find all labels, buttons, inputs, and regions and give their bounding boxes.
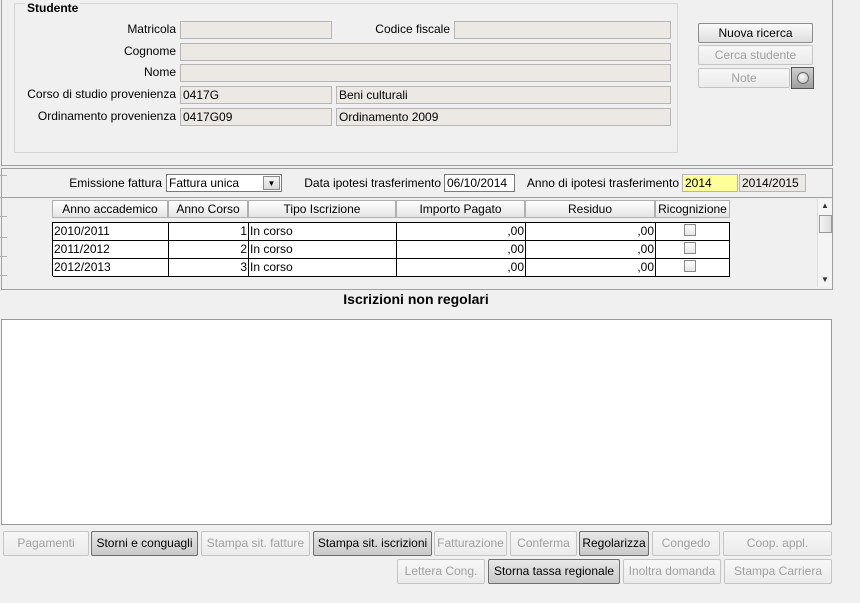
panel-tick (0, 175, 7, 176)
col-header-importo-pagato[interactable]: Importo Pagato (396, 200, 525, 218)
table-scrollbar[interactable]: ▲ ▼ (817, 199, 832, 287)
conferma-button[interactable]: Conferma (510, 531, 577, 556)
table-cell-tipo[interactable]: In corso (249, 241, 397, 259)
table-cell-importo[interactable]: ,00 (397, 223, 526, 241)
scroll-down-arrow-icon[interactable]: ▼ (821, 275, 829, 284)
regolarizza-button[interactable]: Regolarizza (579, 531, 649, 556)
nuova-ricerca-button[interactable]: Nuova ricerca (698, 23, 813, 43)
storna-tassa-regionale-button[interactable]: Storna tassa regionale (488, 559, 620, 584)
fatturazione-button[interactable]: Fatturazione (434, 531, 507, 556)
stampa-carriera-button[interactable]: Stampa Carriera (724, 559, 832, 584)
corso-code-field[interactable]: 0417G (180, 86, 332, 104)
panel-tick (0, 256, 7, 257)
table-cell-tipo[interactable]: In corso (249, 259, 397, 277)
table-cell-importo[interactable]: ,00 (397, 241, 526, 259)
inoltra-domanda-button[interactable]: Inoltra domanda (623, 559, 721, 584)
table-cell-anno[interactable]: 2011/2012 (53, 241, 169, 259)
table-cell-anno[interactable]: 2012/2013 (53, 259, 169, 277)
ricognizione-checkbox[interactable] (684, 242, 696, 254)
col-header-tipo-iscrizione[interactable]: Tipo Iscrizione (248, 200, 396, 218)
col-header-ricognizione[interactable]: Ricognizione (655, 200, 730, 218)
storni-conguagli-button[interactable]: Storni e conguagli (91, 531, 198, 556)
table-cell-tipo[interactable]: In corso (249, 223, 397, 241)
lettera-cong-button[interactable]: Lettera Cong. (397, 559, 485, 584)
panel-tick (0, 237, 7, 238)
table-cell-ricognizione (656, 223, 730, 241)
section-title-iscrizioni-non-regolari: Iscrizioni non regolari (343, 291, 489, 307)
data-ipotesi-label: Data ipotesi trasferimento (304, 176, 441, 190)
panel-tick (0, 275, 7, 276)
stampa-sit-fatture-button[interactable]: Stampa sit. fatture (201, 531, 310, 556)
congedo-button[interactable]: Congedo (652, 531, 720, 556)
table-cell-residuo[interactable]: ,00 (526, 223, 656, 241)
table-cell-residuo[interactable]: ,00 (526, 241, 656, 259)
student-group-title: Studente (25, 1, 81, 15)
ricognizione-checkbox[interactable] (684, 224, 696, 236)
led-icon (797, 72, 809, 84)
scrollbar-thumb[interactable] (819, 215, 832, 233)
cognome-field[interactable] (180, 43, 671, 61)
table-cell-corso[interactable]: 1 (169, 223, 249, 241)
anno-ipotesi-field[interactable]: 2014 (682, 174, 738, 192)
corso-name-field[interactable]: Beni culturali (336, 86, 671, 104)
ordinamento-code-field[interactable]: 0417G09 (180, 108, 332, 126)
note-indicator-button[interactable] (791, 67, 814, 89)
table-cell-corso[interactable]: 2 (169, 241, 249, 259)
codice-fiscale-label: Codice fiscale (375, 22, 450, 36)
divider (1, 197, 832, 198)
col-header-residuo[interactable]: Residuo (525, 200, 655, 218)
ordinamento-name-field[interactable]: Ordinamento 2009 (336, 108, 671, 126)
codice-fiscale-field[interactable] (454, 21, 671, 39)
stampa-sit-iscrizioni-button[interactable]: Stampa sit. iscrizioni (313, 531, 432, 556)
iscrizioni-non-regolari-area[interactable] (1, 319, 832, 525)
coop-appl-button[interactable]: Coop. appl. (723, 531, 832, 556)
nome-field[interactable] (180, 64, 671, 82)
pagamenti-button[interactable]: Pagamenti (3, 531, 89, 556)
table-cell-ricognizione (656, 259, 730, 277)
nome-label: Nome (143, 65, 176, 79)
scroll-up-arrow-icon[interactable]: ▲ (821, 201, 829, 210)
emissione-select-value: Fattura unica (169, 176, 240, 190)
anno-ipotesi-label: Anno di ipotesi trasferimento (526, 176, 679, 190)
cerca-studente-button[interactable]: Cerca studente (698, 45, 813, 65)
emissione-select[interactable]: Fattura unica ▼ (166, 174, 282, 192)
panel-tick (0, 216, 7, 217)
ordinamento-label: Ordinamento provenienza (37, 109, 176, 123)
col-header-anno-accademico[interactable]: Anno accademico (52, 200, 168, 218)
chevron-down-icon[interactable]: ▼ (263, 176, 280, 190)
corso-label: Corso di studio provenienza (27, 87, 176, 101)
cognome-label: Cognome (123, 44, 176, 58)
table-cell-ricognizione (656, 241, 730, 259)
table-cell-residuo[interactable]: ,00 (526, 259, 656, 277)
anno-range-field: 2014/2015 (739, 174, 806, 192)
matricola-label: Matricola (127, 22, 176, 36)
table-cell-corso[interactable]: 3 (169, 259, 249, 277)
data-ipotesi-field[interactable]: 06/10/2014 (444, 174, 515, 192)
emissione-label: Emissione fattura (69, 176, 162, 190)
table-cell-anno[interactable]: 2010/2011 (53, 223, 169, 241)
note-button[interactable]: Note (698, 68, 790, 88)
col-header-anno-corso[interactable]: Anno Corso (168, 200, 248, 218)
matricola-field[interactable] (180, 21, 332, 39)
table-cell-importo[interactable]: ,00 (397, 259, 526, 277)
ricognizione-checkbox[interactable] (684, 260, 696, 272)
